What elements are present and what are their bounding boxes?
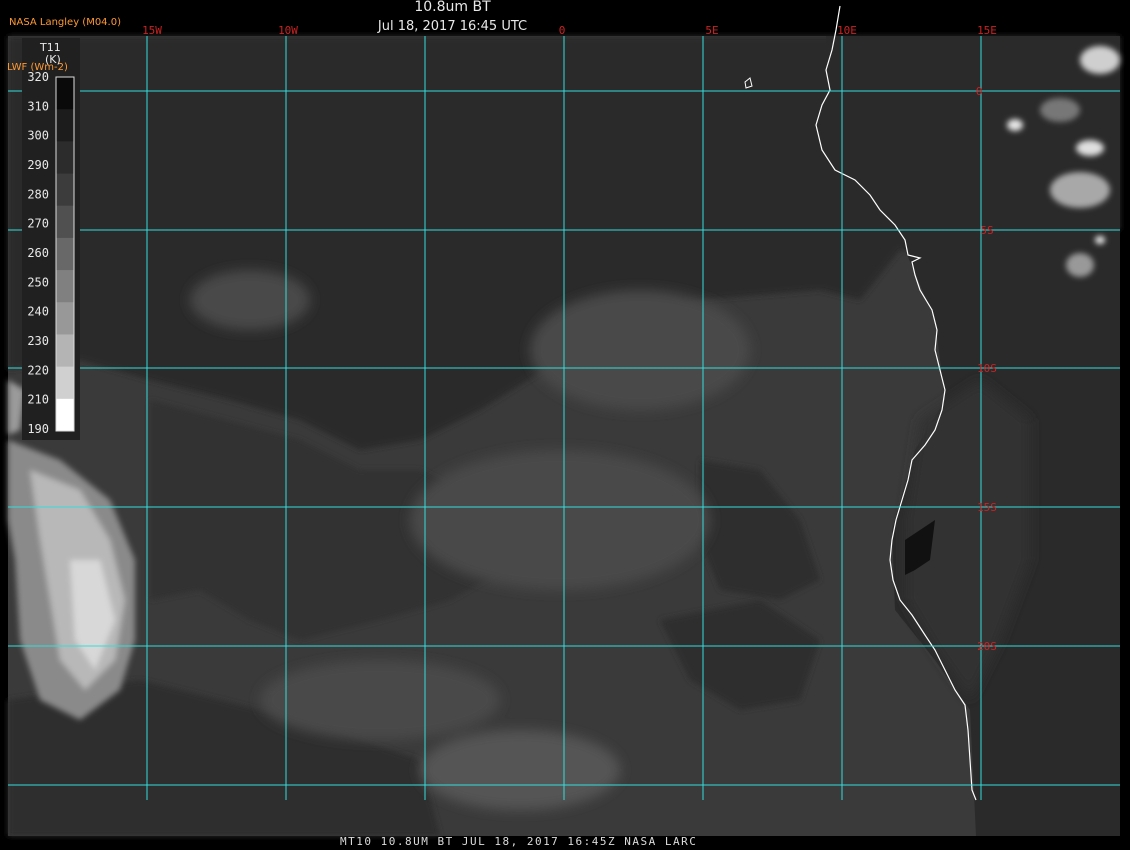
- colorbar-tick-label: 280: [27, 187, 49, 201]
- colorbar-tick-label: 310: [27, 99, 49, 113]
- lat-label-5s: 5S: [980, 224, 993, 237]
- image-timestamp: Jul 18, 2017 16:45 UTC: [377, 19, 528, 34]
- colorbar-tick-label: 290: [27, 158, 49, 172]
- colorbar-step: [56, 141, 74, 175]
- footer-caption: MT10 10.8UM BT JUL 18, 2017 16:45Z NASA …: [340, 835, 698, 848]
- colorbar-step: [56, 398, 74, 432]
- satellite-map: 15W 10W 0 5E 10E 15E 0 5S 10S 15S 20S 32…: [8, 5, 1120, 836]
- lat-label-0: 0: [976, 85, 983, 98]
- colorbar-step: [56, 109, 74, 142]
- colorbar-step: [56, 334, 74, 368]
- lat-label-15s: 15S: [977, 501, 997, 514]
- colorbar-tick-label: 220: [27, 363, 49, 377]
- colorbar-step: [56, 237, 74, 271]
- colorbar-step: [56, 366, 74, 400]
- lat-label-10s: 10S: [977, 362, 997, 375]
- colorbar-step: [56, 302, 74, 335]
- lat-label-20s: 20S: [977, 640, 997, 653]
- colorbar: 320310300290280270260250240230220210190: [22, 38, 80, 440]
- colorbar-step: [56, 205, 74, 239]
- image-title: 10.8um BT: [414, 0, 491, 15]
- organization-label: NASA Langley (M04.0): [9, 17, 121, 28]
- colorbar-tick-label: 260: [27, 246, 49, 260]
- colorbar-tick-label: 270: [27, 217, 49, 231]
- colorbar-tick-label: 250: [27, 275, 49, 289]
- colorbar-tick-label: 240: [27, 305, 49, 319]
- colorbar-steps: [56, 77, 74, 432]
- colorbar-tick-label: 210: [27, 393, 49, 407]
- colorbar-step: [56, 270, 74, 303]
- colorbar-step: [56, 173, 74, 207]
- colorbar-step: [56, 77, 74, 110]
- colorbar-tick-label: 230: [27, 334, 49, 348]
- colorbar-tick-label: 190: [27, 422, 49, 436]
- colorbar-unit: (K): [45, 53, 61, 66]
- lon-label-15e: 15E: [977, 24, 997, 37]
- colorbar-tick-label: 300: [27, 129, 49, 143]
